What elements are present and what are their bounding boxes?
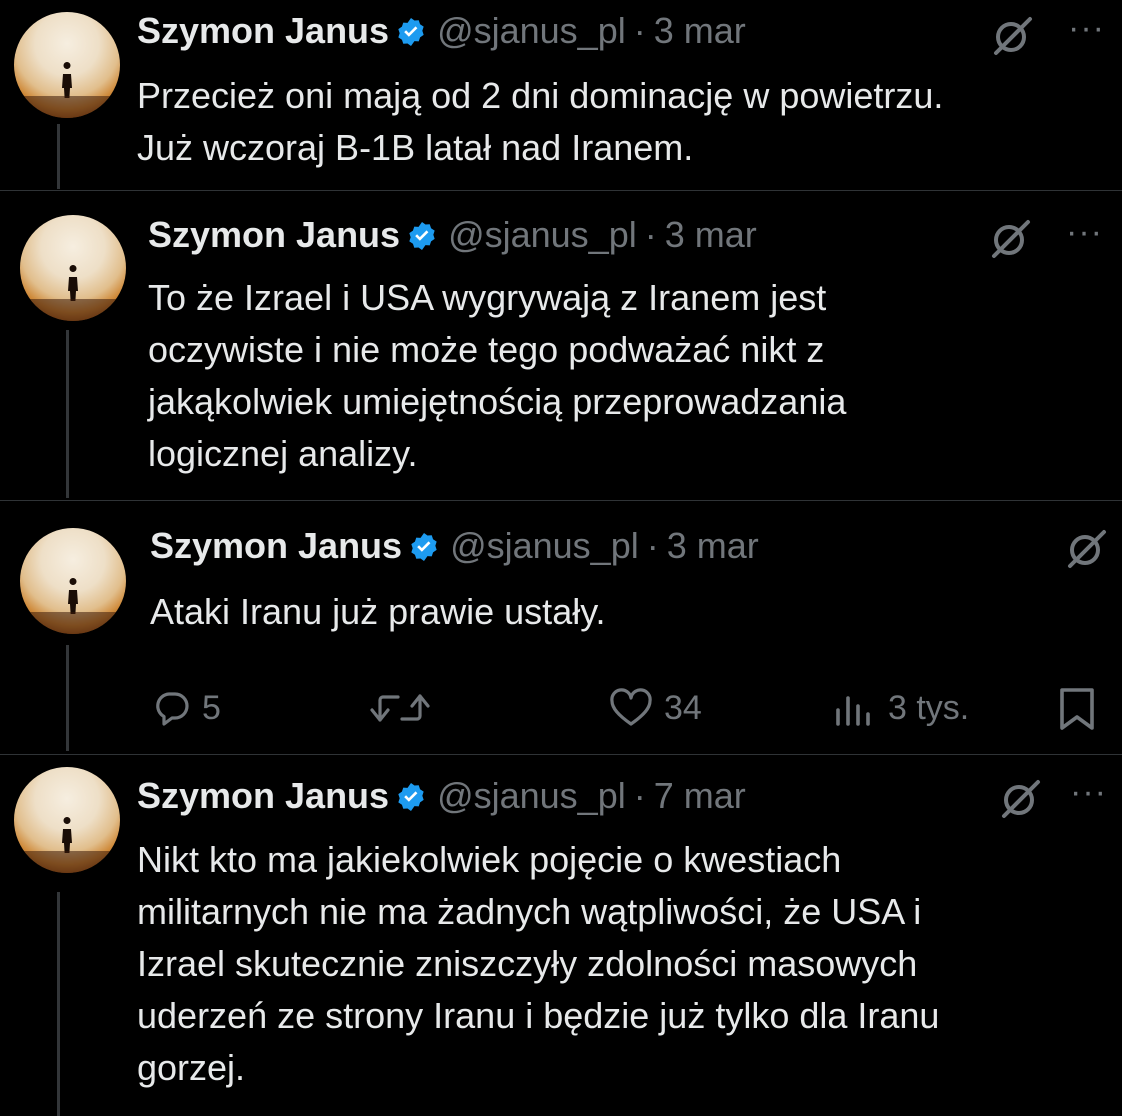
more-icon[interactable]: ··· (1070, 775, 1107, 809)
author-handle[interactable]: @sjanus_pl (450, 525, 639, 566)
tweet-header: Szymon Janus @sjanus_pl · 3 mar (137, 9, 746, 58)
divider (0, 500, 1122, 501)
author-name[interactable]: Szymon Janus (148, 214, 400, 255)
like-button[interactable]: 34 (608, 688, 702, 728)
verified-badge-icon (406, 218, 438, 262)
thread-line (57, 124, 60, 189)
thread-line (57, 892, 60, 1116)
divider (0, 190, 1122, 191)
avatar[interactable] (20, 528, 126, 634)
retweet-button[interactable] (368, 688, 442, 728)
views-button[interactable]: 3 tys. (830, 688, 969, 728)
tweet-date[interactable]: 3 mar (665, 214, 757, 255)
avatar-figure-icon (20, 578, 126, 634)
separator: · (633, 775, 646, 816)
tweet-text: Nikt kto ma jakiekolwiek pojęcie o kwest… (137, 839, 940, 1088)
avatar[interactable] (20, 215, 126, 321)
author-handle[interactable]: @sjanus_pl (437, 775, 626, 816)
author-handle[interactable]: @sjanus_pl (448, 214, 637, 255)
tweet-text: Ataki Iranu już prawie ustały. (150, 591, 606, 632)
reply-icon (156, 692, 189, 726)
tweet-date[interactable]: 3 mar (667, 525, 759, 566)
avatar[interactable] (14, 767, 120, 873)
verified-badge-icon (395, 779, 427, 823)
tweet-header: Szymon Janus @sjanus_pl · 3 mar (148, 213, 757, 262)
grok-icon[interactable] (988, 216, 1032, 265)
views-icon (836, 696, 870, 726)
avatar-figure-icon (14, 817, 120, 873)
avatar-figure-icon (20, 265, 126, 321)
thread-line (66, 330, 69, 498)
tweet-date[interactable]: 3 mar (654, 10, 746, 51)
thread-line (66, 645, 69, 751)
more-icon[interactable]: ··· (1066, 215, 1103, 249)
bookmark-icon (1060, 688, 1094, 730)
grok-icon[interactable] (990, 13, 1034, 62)
author-name[interactable]: Szymon Janus (150, 525, 402, 566)
author-name[interactable]: Szymon Janus (137, 10, 389, 51)
bookmark-button[interactable] (1056, 686, 1098, 732)
tweet-text: To że Izrael i USA wygrywają z Iranem je… (148, 277, 847, 474)
views-count: 3 tys. (888, 688, 970, 727)
grok-icon[interactable] (998, 776, 1042, 825)
tweet-header: Szymon Janus @sjanus_pl · 3 mar (150, 524, 759, 573)
retweet-icon (370, 694, 430, 722)
separator: · (646, 525, 659, 566)
reply-button[interactable]: 5 (152, 688, 221, 728)
like-count: 34 (664, 688, 702, 727)
tweet-date[interactable]: 7 mar (654, 775, 746, 816)
reply-count: 5 (202, 688, 221, 727)
avatar-figure-icon (14, 62, 120, 118)
grok-icon[interactable] (1064, 526, 1108, 575)
tweet-header: Szymon Janus @sjanus_pl · 7 mar (137, 774, 746, 823)
author-name[interactable]: Szymon Janus (137, 775, 389, 816)
tweet-text: Przecież oni mają od 2 dni dominację w p… (137, 75, 944, 168)
separator: · (644, 214, 657, 255)
divider (0, 754, 1122, 755)
avatar[interactable] (14, 12, 120, 118)
verified-badge-icon (408, 529, 440, 573)
more-icon[interactable]: ··· (1068, 11, 1105, 45)
separator: · (633, 10, 646, 51)
verified-badge-icon (395, 14, 427, 58)
like-icon (610, 688, 652, 726)
author-handle[interactable]: @sjanus_pl (437, 10, 626, 51)
